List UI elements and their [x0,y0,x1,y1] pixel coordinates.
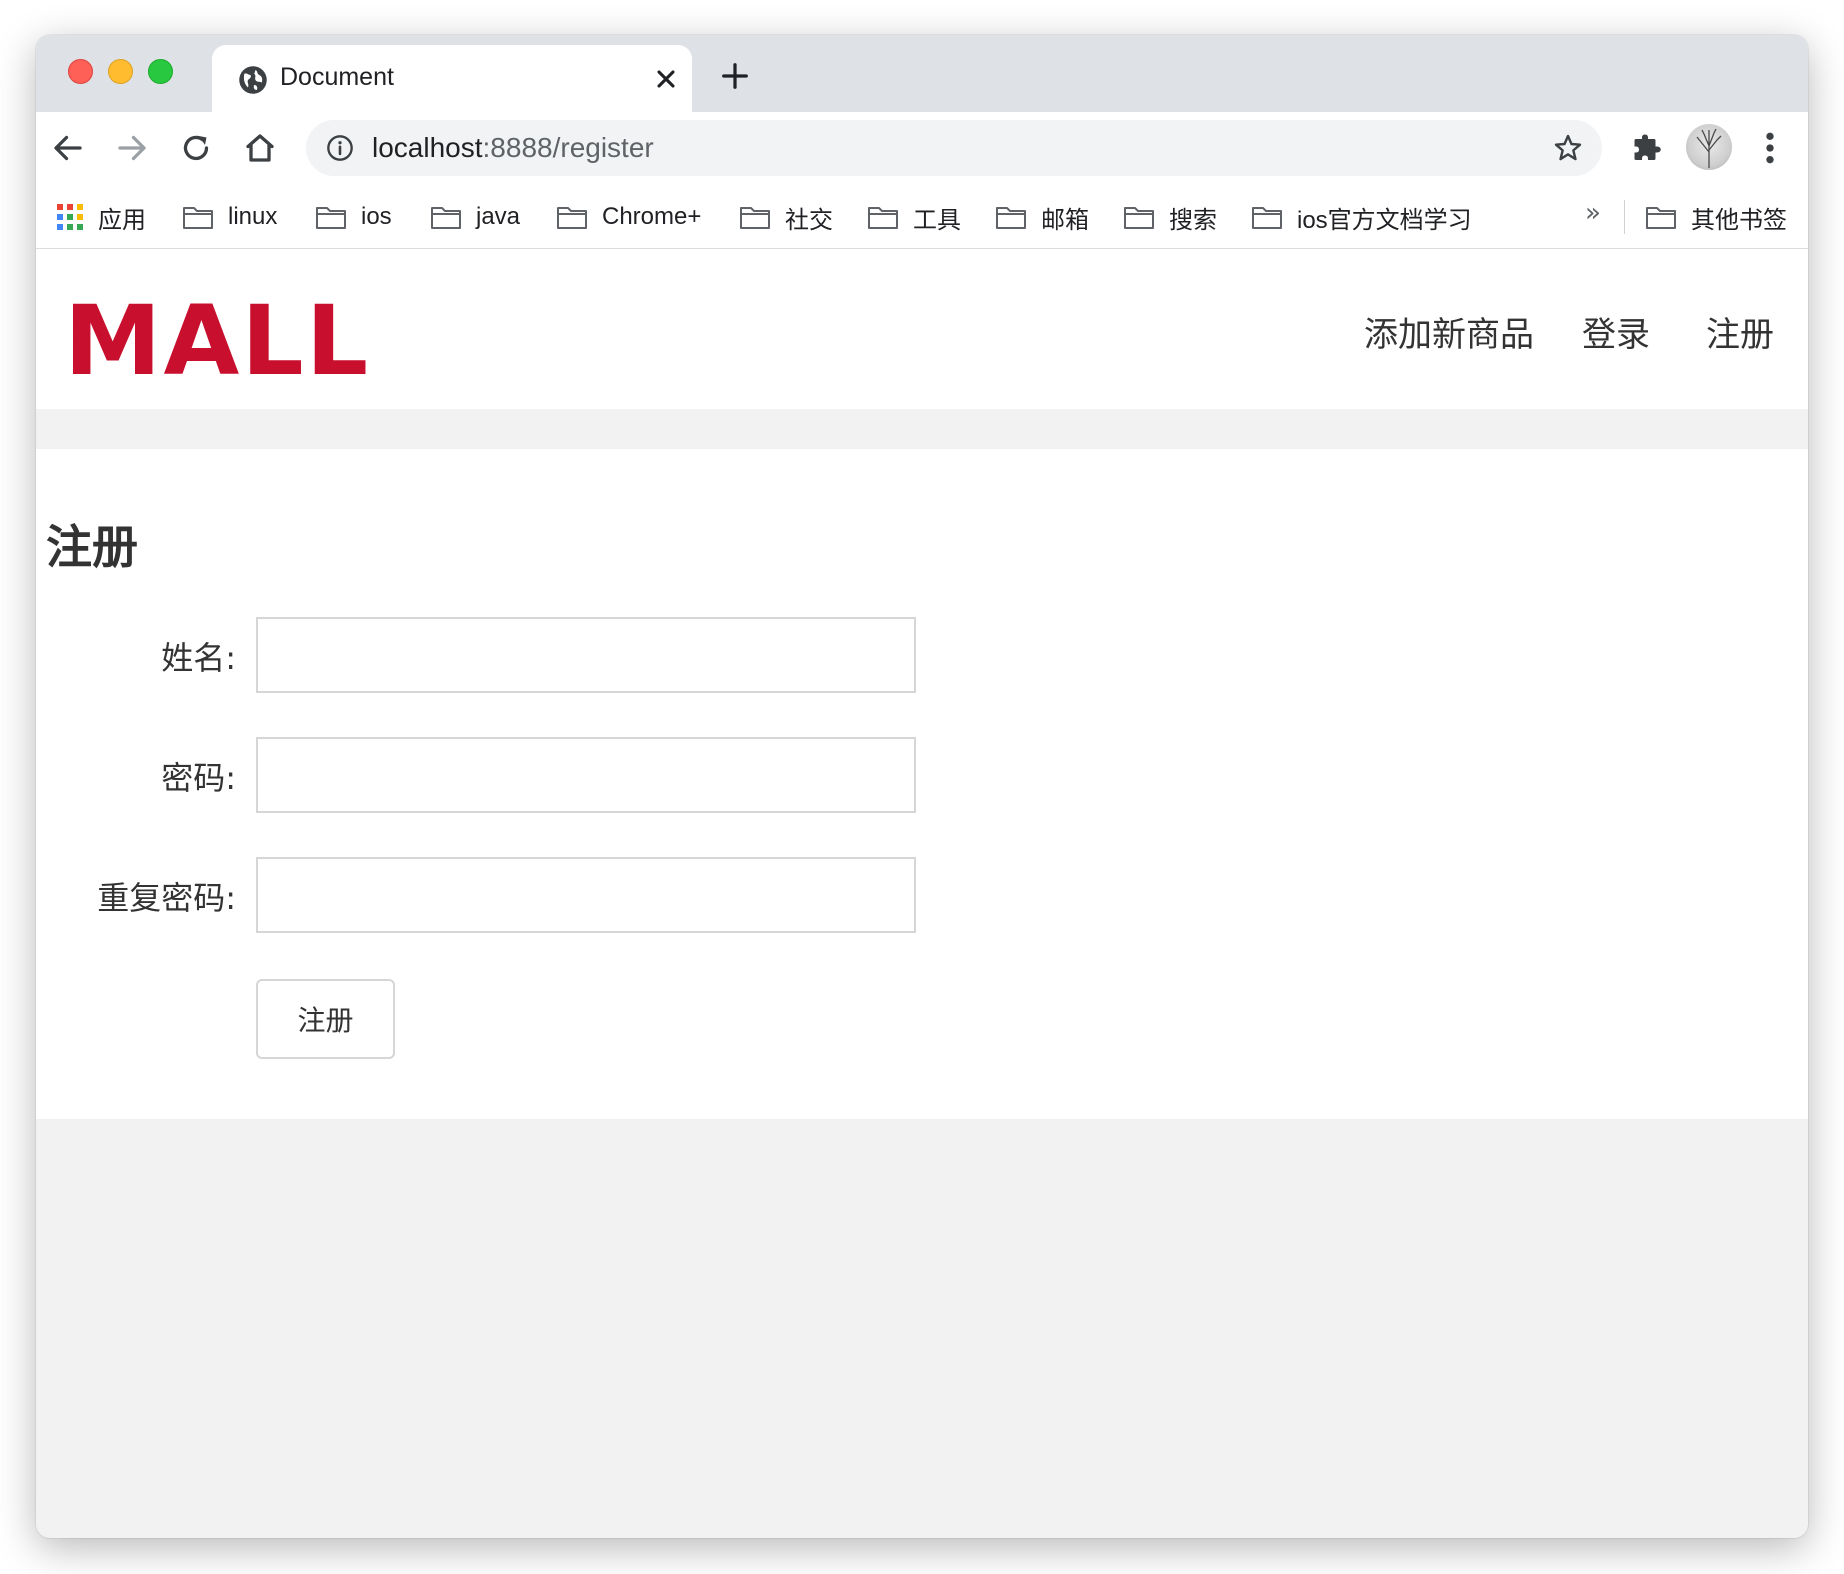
bookmark-label: 工具 [913,206,961,234]
mall-logo[interactable]: MALL [64,293,370,389]
minimize-window-button[interactable] [108,59,133,84]
browser-toolbar: localhost:8888/register [36,112,1808,184]
bookmark-folder-mail[interactable]: 邮箱 [995,200,1089,234]
maximize-window-button[interactable] [148,59,173,84]
profile-avatar[interactable] [1686,124,1732,170]
page-title: 注册 [46,520,138,574]
folder-icon [996,207,1026,229]
bookmark-folder-social[interactable]: 社交 [739,200,833,234]
url-text: localhost:8888/register [372,132,654,164]
bookmark-label: 社交 [785,206,833,234]
password-label: 密码: [161,759,236,797]
register-panel: 注册 姓名: 密码: 重复密码: 注册 [36,449,1808,1119]
bookmark-label: Chrome+ [602,203,702,230]
close-window-button[interactable] [68,59,93,84]
bookmark-star-icon[interactable] [1552,132,1584,164]
bookmark-folder-ios-docs[interactable]: ios官方文档学习 [1251,200,1472,234]
bookmark-folder-chrome-plus[interactable]: Chrome+ [556,200,701,234]
tab-title: Document [280,63,394,91]
folder-icon [316,207,346,229]
folder-icon [431,207,461,229]
bookmark-label: 搜索 [1169,206,1217,234]
extensions-puzzle-icon[interactable] [1630,130,1666,166]
bookmark-folder-java[interactable]: java [430,200,520,234]
folder-icon [868,207,898,229]
password-input[interactable] [256,737,916,813]
address-bar[interactable]: localhost:8888/register [306,120,1602,176]
menu-kebab-icon[interactable] [1762,128,1778,168]
forward-arrow-icon[interactable] [114,130,150,166]
folder-icon [183,207,213,229]
tab-strip: Document [36,35,1808,112]
bookmark-folder-search[interactable]: 搜索 [1123,200,1217,234]
close-tab-icon[interactable] [652,65,680,93]
bookmarks-bar: 应用 linux ios java Chrome+ 社交 工具 邮箱 搜索 io… [36,184,1808,249]
site-info-icon[interactable] [326,134,354,162]
page-viewport: MALL 添加新商品 登录 注册 注册 姓名: 密码: 重复密码: 注册 [36,249,1808,1538]
bookmark-label: linux [228,203,278,230]
folder-icon [1124,207,1154,229]
bookmark-label: ios官方文档学习 [1297,206,1472,234]
folder-icon [740,207,770,229]
confirm-password-input[interactable] [256,857,916,933]
tab-document[interactable]: Document [212,45,692,112]
reload-icon[interactable] [178,130,214,166]
url-path: :8888/register [482,132,654,163]
bookmark-folder-ios[interactable]: ios [315,200,392,234]
bookmark-label: 应用 [98,206,146,234]
back-arrow-icon[interactable] [50,130,86,166]
home-icon[interactable] [242,130,278,166]
browser-window: Document localhost:8888/register 应用 linu… [36,35,1808,1538]
bookmark-folder-tools[interactable]: 工具 [867,200,961,234]
bookmarks-overflow-button[interactable]: » [1585,198,1601,228]
bookmark-label: java [476,203,521,230]
register-submit-button[interactable]: 注册 [256,979,395,1059]
bookmarks-divider [1624,200,1625,234]
bookmark-label: 其他书签 [1691,206,1787,234]
nav-add-product-link[interactable]: 添加新商品 [1364,307,1534,356]
apps-grid-icon [57,204,83,230]
name-input[interactable] [256,617,916,693]
name-label: 姓名: [161,639,236,677]
url-host: localhost [372,132,483,163]
confirm-password-label: 重复密码: [97,879,236,917]
bookmark-folder-other[interactable]: 其他书签 [1645,200,1787,234]
bookmark-folder-linux[interactable]: linux [182,200,277,234]
tree-avatar-icon [1696,128,1722,168]
globe-icon [239,66,267,94]
bookmark-label: ios [361,203,392,230]
bookmark-apps[interactable]: 应用 [56,200,146,234]
site-header: MALL 添加新商品 登录 注册 [36,249,1808,409]
nav-register-link[interactable]: 注册 [1706,307,1774,356]
folder-icon [1646,207,1676,229]
bookmark-label: 邮箱 [1041,206,1089,234]
folder-icon [1252,207,1282,229]
folder-icon [557,207,587,229]
nav-login-link[interactable]: 登录 [1582,307,1650,356]
new-tab-icon[interactable] [720,61,750,91]
